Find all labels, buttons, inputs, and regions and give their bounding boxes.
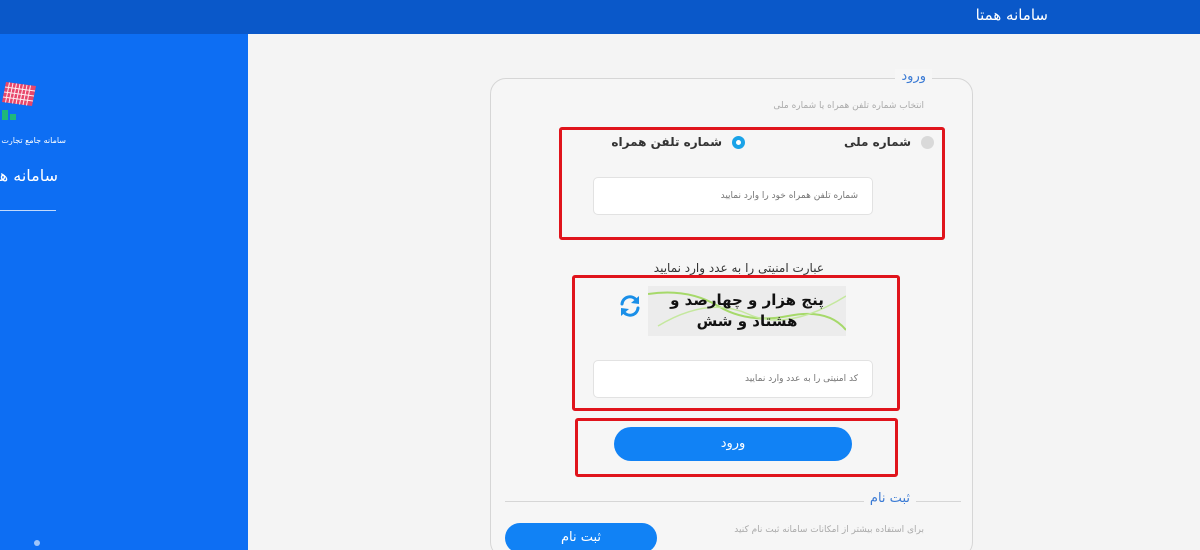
radio-national-id[interactable]: شماره ملی (844, 135, 934, 149)
register-description: برای استفاده بیشتر از امکانات سامانه ثبت… (734, 525, 924, 535)
radio-phone[interactable]: شماره تلفن همراه (611, 135, 745, 149)
captcha-image: پنج هزار و چهارصد و هشتاد و شش (648, 286, 846, 336)
register-button[interactable]: ثبت نام (505, 523, 657, 550)
sidebar: سامانه جامع تجارت سامانه همتا (0, 34, 248, 550)
captcha-text-line2: هشتاد و شش (696, 312, 798, 330)
logo-icon (2, 82, 36, 120)
login-legend: ورود (895, 69, 932, 84)
captcha-text: پنج هزار و چهارصد و هشتاد و شش (648, 290, 846, 332)
captcha-label: عبارت امنیتی را به عدد وارد نمایید (653, 261, 824, 275)
sidebar-divider (0, 210, 56, 211)
sidebar-title: سامانه همتا (0, 166, 58, 185)
login-card: ورود انتخاب شماره تلفن همراه یا شماره مل… (490, 69, 973, 550)
logo-caption: سامانه جامع تجارت (1, 136, 66, 145)
radio-national-id-label: شماره ملی (844, 135, 911, 149)
radio-phone-label: شماره تلفن همراه (611, 135, 722, 149)
sidebar-bottom-item[interactable] (34, 540, 40, 546)
captcha-input[interactable] (593, 360, 873, 398)
phone-input[interactable] (593, 177, 873, 215)
radio-national-id-circle[interactable] (921, 135, 934, 149)
radio-phone-circle[interactable] (732, 135, 745, 149)
app-title: سامانه همتا (975, 6, 1048, 24)
top-bar: سامانه همتا (0, 0, 1200, 34)
refresh-icon[interactable] (617, 293, 643, 319)
login-button[interactable]: ورود (614, 427, 852, 461)
login-subtitle: انتخاب شماره تلفن همراه یا شماره ملی (773, 101, 924, 111)
register-legend: ثبت نام (863, 491, 916, 506)
captcha-text-line1: پنج هزار و چهارصد و (670, 291, 824, 309)
